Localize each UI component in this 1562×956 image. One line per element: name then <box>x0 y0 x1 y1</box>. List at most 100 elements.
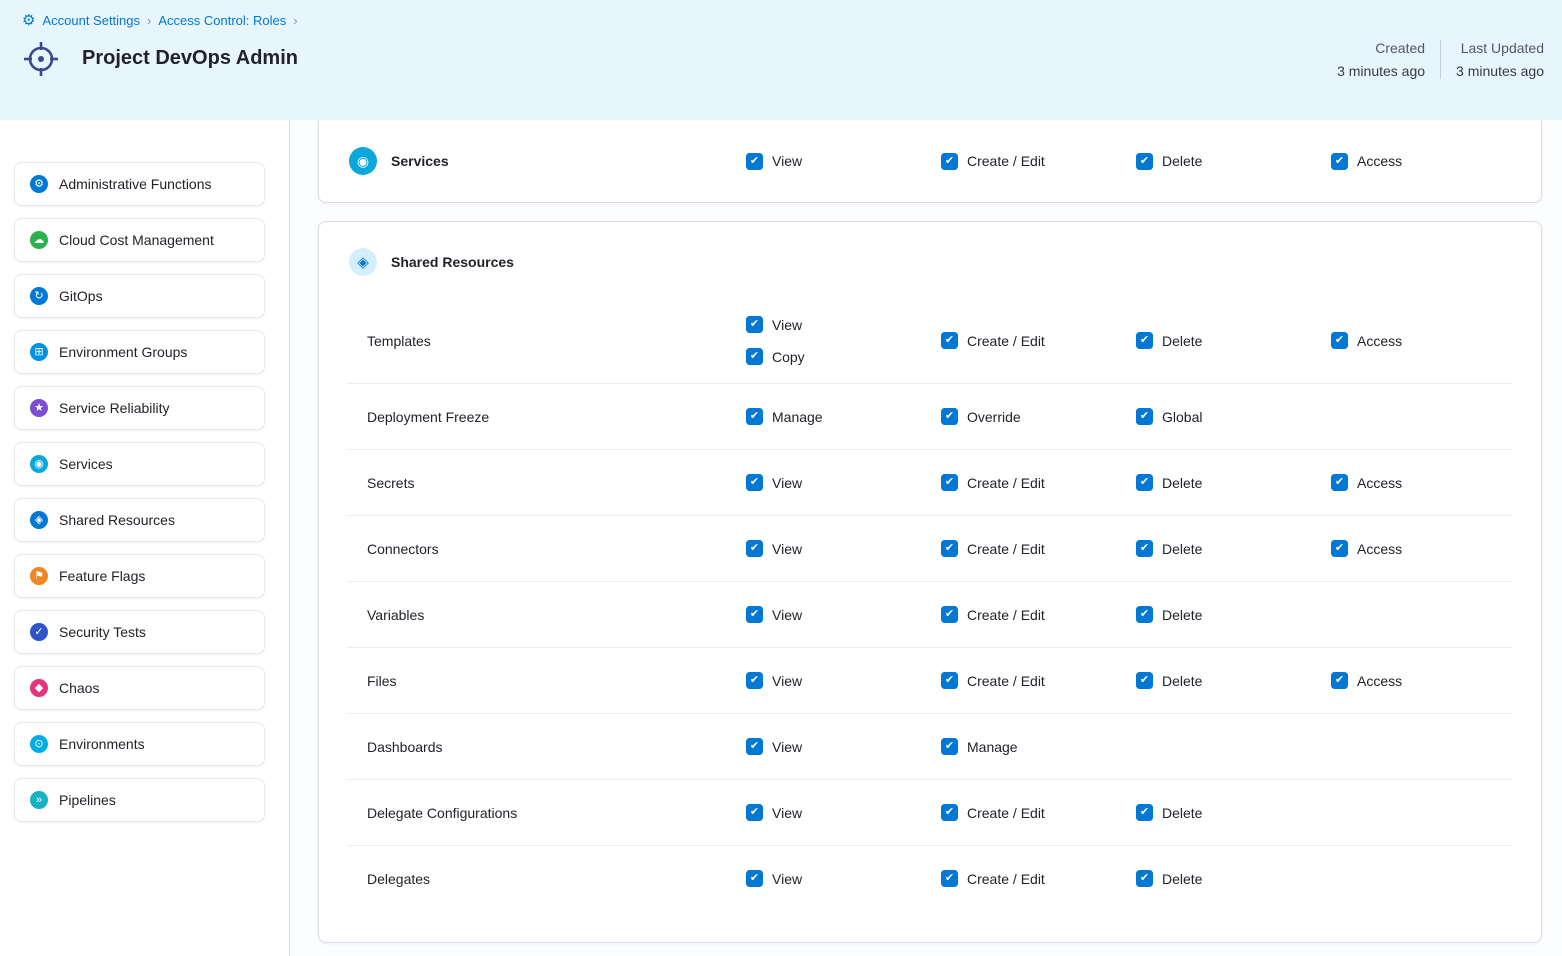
breadcrumb-separator: › <box>293 13 297 28</box>
sidebar-list: ⚙Administrative Functions ☁Cloud Cost Man… <box>14 162 265 822</box>
sidebar-item-security-tests[interactable]: ✓Security Tests <box>14 610 265 654</box>
sidebar-item-cloud-cost-management[interactable]: ☁Cloud Cost Management <box>14 218 265 262</box>
delete-checkbox[interactable]: ✔ <box>1136 606 1153 623</box>
page-body: ⚙Administrative Functions ☁Cloud Cost Man… <box>0 120 1562 956</box>
permission-cell: ✔View <box>746 582 941 647</box>
checkbox-label: Create / Edit <box>967 541 1045 557</box>
permissions-main: ◉ Services ✔View✔Create / Edit✔Delete✔Ac… <box>290 120 1562 956</box>
permission-cell: ✔Create / Edit <box>941 129 1136 194</box>
permission-row-delegates: Delegates✔View✔Create / Edit✔Delete <box>347 846 1513 911</box>
checkbox-label: View <box>772 317 802 333</box>
resource-name: Delegate Configurations <box>347 805 746 821</box>
permission-row-deployment-freeze: Deployment Freeze✔Manage✔Override✔Global <box>347 384 1513 450</box>
checkbox-label: Create / Edit <box>967 805 1045 821</box>
create-edit-checkbox[interactable]: ✔ <box>941 332 958 349</box>
breadcrumb: ⚙ Account Settings › Access Control: Rol… <box>22 10 1544 30</box>
services-card: ◉ Services ✔View✔Create / Edit✔Delete✔Ac… <box>318 120 1542 203</box>
created-meta: Created 3 minutes ago <box>1337 40 1425 79</box>
delete-checkbox[interactable]: ✔ <box>1136 672 1153 689</box>
access-checkbox[interactable]: ✔ <box>1331 540 1348 557</box>
sidebar-item-gitops[interactable]: ↻GitOps <box>14 274 265 318</box>
breadcrumb-link-account-settings[interactable]: Account Settings <box>42 13 140 28</box>
permission-view: ✔ View <box>746 474 802 491</box>
permission-cell: ✔ Create / Edit <box>941 582 1136 647</box>
create-edit-checkbox[interactable]: ✔ <box>941 474 958 491</box>
sidebar-item-label: Administrative Functions <box>59 176 212 192</box>
permission-cell: ✔View <box>746 846 941 911</box>
checkbox-label: Create / Edit <box>967 673 1045 689</box>
view-checkbox[interactable]: ✔ <box>746 540 763 557</box>
create-edit-checkbox[interactable]: ✔ <box>941 540 958 557</box>
view-checkbox[interactable]: ✔ <box>746 738 763 755</box>
checkbox-label: View <box>772 673 802 689</box>
delete-checkbox[interactable]: ✔ <box>1136 474 1153 491</box>
permission-cell: ✔View <box>746 714 941 779</box>
checkbox-label: Create / Edit <box>967 475 1045 491</box>
manage-checkbox[interactable]: ✔ <box>746 408 763 425</box>
view-checkbox[interactable]: ✔ <box>746 672 763 689</box>
override-checkbox[interactable]: ✔ <box>941 408 958 425</box>
access-checkbox[interactable]: ✔ <box>1331 332 1348 349</box>
permission-delete: ✔ Delete <box>1136 606 1202 623</box>
created-label: Created <box>1337 40 1425 56</box>
permission-copy: ✔Copy <box>746 348 805 365</box>
view-checkbox[interactable]: ✔ <box>746 316 763 333</box>
sidebar-item-feature-flags[interactable]: ⚑Feature Flags <box>14 554 265 598</box>
permission-row-files: Files✔View✔Create / Edit✔Delete✔Access <box>347 648 1513 714</box>
manage-checkbox[interactable]: ✔ <box>941 738 958 755</box>
sidebar-item-environment-groups[interactable]: ⊞ Environment Groups <box>14 330 265 374</box>
checkbox-label: Delete <box>1162 153 1202 169</box>
delete-checkbox[interactable]: ✔ <box>1136 870 1153 887</box>
sidebar-item-label: Cloud Cost Management <box>59 232 214 248</box>
permission-cell: ✔Access <box>1331 308 1513 373</box>
create-edit-checkbox[interactable]: ✔ <box>941 153 958 170</box>
sidebar-item-service-reliability[interactable]: ★Service Reliability <box>14 386 265 430</box>
sidebar-item-services[interactable]: ◉Services <box>14 442 265 486</box>
sidebar-item-label: Environment Groups <box>59 344 187 360</box>
copy-checkbox[interactable]: ✔ <box>746 348 763 365</box>
resource-name: Dashboards <box>347 739 746 755</box>
checkbox-label: View <box>772 475 802 491</box>
create-edit-checkbox[interactable]: ✔ <box>941 672 958 689</box>
permission-create-edit: ✔ Create / Edit <box>941 672 1045 689</box>
access-checkbox[interactable]: ✔ <box>1331 672 1348 689</box>
sidebar-item-shared-resources[interactable]: ◈Shared Resources <box>14 498 265 542</box>
flag-icon: ⚑ <box>30 567 48 585</box>
checkbox-label: Create / Edit <box>967 607 1045 623</box>
view-checkbox[interactable]: ✔ <box>746 474 763 491</box>
delete-checkbox[interactable]: ✔ <box>1136 540 1153 557</box>
checkbox-label: Delete <box>1162 607 1202 623</box>
shared-resources-card: ◈ Shared Resources Templates✔View✔Copy✔C… <box>318 221 1542 943</box>
checkbox-label: Access <box>1357 673 1402 689</box>
permission-row-dashboards: Dashboards✔View✔Manage <box>347 714 1513 780</box>
global-checkbox[interactable]: ✔ <box>1136 408 1153 425</box>
delete-checkbox[interactable]: ✔ <box>1136 153 1153 170</box>
settings-gear-icon: ⚙ <box>22 13 35 28</box>
permission-row-secrets: Secrets✔View✔Create / Edit✔Delete✔Access <box>347 450 1513 516</box>
sidebar-item-environments[interactable]: ⊙Environments <box>14 722 265 766</box>
delete-checkbox[interactable]: ✔ <box>1136 804 1153 821</box>
resource-name: Secrets <box>347 475 746 491</box>
view-checkbox[interactable]: ✔ <box>746 606 763 623</box>
environment-groups-icon: ⊞ <box>30 343 48 361</box>
sidebar-item-administrative-functions[interactable]: ⚙Administrative Functions <box>14 162 265 206</box>
view-checkbox[interactable]: ✔ <box>746 804 763 821</box>
permission-cell: ✔ Create / Edit <box>941 648 1136 713</box>
create-edit-checkbox[interactable]: ✔ <box>941 870 958 887</box>
permission-view: ✔View <box>746 738 802 755</box>
access-checkbox[interactable]: ✔ <box>1331 153 1348 170</box>
create-edit-checkbox[interactable]: ✔ <box>941 606 958 623</box>
permission-row-connectors: Connectors✔View✔Create / Edit✔Delete✔Acc… <box>347 516 1513 582</box>
permission-cell: ✔Delete <box>1136 780 1331 845</box>
sidebar-item-pipelines[interactable]: »Pipelines <box>14 778 265 822</box>
breadcrumb-link-access-control-roles[interactable]: Access Control: Roles <box>158 13 286 28</box>
create-edit-checkbox[interactable]: ✔ <box>941 804 958 821</box>
view-checkbox[interactable]: ✔ <box>746 870 763 887</box>
access-checkbox[interactable]: ✔ <box>1331 474 1348 491</box>
permission-cell: ✔View <box>746 516 941 581</box>
delete-checkbox[interactable]: ✔ <box>1136 332 1153 349</box>
permission-cell: ✔Create / Edit <box>941 846 1136 911</box>
permission-row-delegate-configurations: Delegate Configurations✔View✔Create / Ed… <box>347 780 1513 846</box>
view-checkbox[interactable]: ✔ <box>746 153 763 170</box>
sidebar-item-chaos[interactable]: ◆Chaos <box>14 666 265 710</box>
